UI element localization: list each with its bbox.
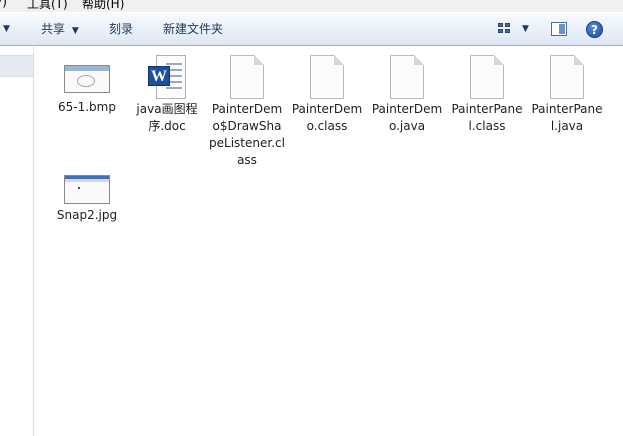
generic-file-icon — [230, 55, 264, 99]
word-document-icon: W — [148, 55, 186, 99]
file-item-painterpanel-java[interactable]: PainterPanel.java — [529, 55, 605, 135]
file-list-view[interactable]: 65-1.bmp W java画图程序.doc PainterDemo$Draw… — [35, 47, 623, 436]
menu-help[interactable]: 帮助(H) — [82, 0, 124, 12]
file-item-65-1-bmp[interactable]: 65-1.bmp — [49, 55, 125, 116]
generic-file-icon — [550, 55, 584, 99]
file-name: PainterDemo.class — [291, 102, 363, 133]
share-dropdown-arrow-icon: ▼ — [71, 26, 79, 36]
organize-dropdown-arrow-icon[interactable]: ▼ — [3, 13, 10, 46]
file-name: PainterDemo$DrawShapeListener.class — [209, 102, 285, 167]
help-icon[interactable]: ? — [586, 21, 603, 38]
menu-bar: V) 工具(T) 帮助(H) — [0, 0, 623, 12]
generic-file-icon — [310, 55, 344, 99]
file-name: java画图程序.doc — [136, 102, 198, 133]
menu-tools[interactable]: 工具(T) — [27, 0, 68, 12]
generic-file-icon — [470, 55, 504, 99]
file-name: PainterPanel.class — [451, 102, 523, 133]
new-folder-button[interactable]: 新建文件夹 — [163, 13, 223, 46]
file-name: 65-1.bmp — [58, 100, 116, 114]
burn-button[interactable]: 刻录 — [109, 13, 133, 46]
nav-selected-item[interactable] — [0, 55, 33, 77]
file-item-painterdemo-drawshapelistener-class[interactable]: PainterDemo$DrawShapeListener.class — [209, 55, 285, 169]
share-button[interactable]: 共享 ▼ — [41, 13, 79, 46]
command-toolbar: ▼ 共享 ▼ 刻录 新建文件夹 ▼ ? — [0, 12, 623, 46]
view-dropdown-arrow-icon[interactable]: ▼ — [522, 13, 529, 46]
file-item-java-doc[interactable]: W java画图程序.doc — [129, 55, 205, 135]
file-item-painterdemo-class[interactable]: PainterDemo.class — [289, 55, 365, 135]
bmp-thumbnail-icon — [64, 65, 110, 93]
file-item-painterpanel-class[interactable]: PainterPanel.class — [449, 55, 525, 135]
file-item-snap2-jpg[interactable]: Snap2.jpg — [49, 175, 125, 224]
menu-view[interactable]: V) — [0, 0, 7, 9]
share-button-label: 共享 — [41, 22, 66, 36]
file-item-painterdemo-java[interactable]: PainterDemo.java — [369, 55, 445, 135]
file-name: PainterPanel.java — [531, 102, 603, 133]
navigation-pane[interactable] — [0, 47, 34, 436]
file-name: Snap2.jpg — [56, 208, 118, 222]
generic-file-icon — [390, 55, 424, 99]
preview-pane-icon[interactable] — [551, 22, 567, 36]
file-name: PainterDemo.java — [371, 102, 443, 133]
view-options-icon[interactable] — [498, 23, 512, 35]
jpg-thumbnail-icon — [64, 175, 110, 204]
